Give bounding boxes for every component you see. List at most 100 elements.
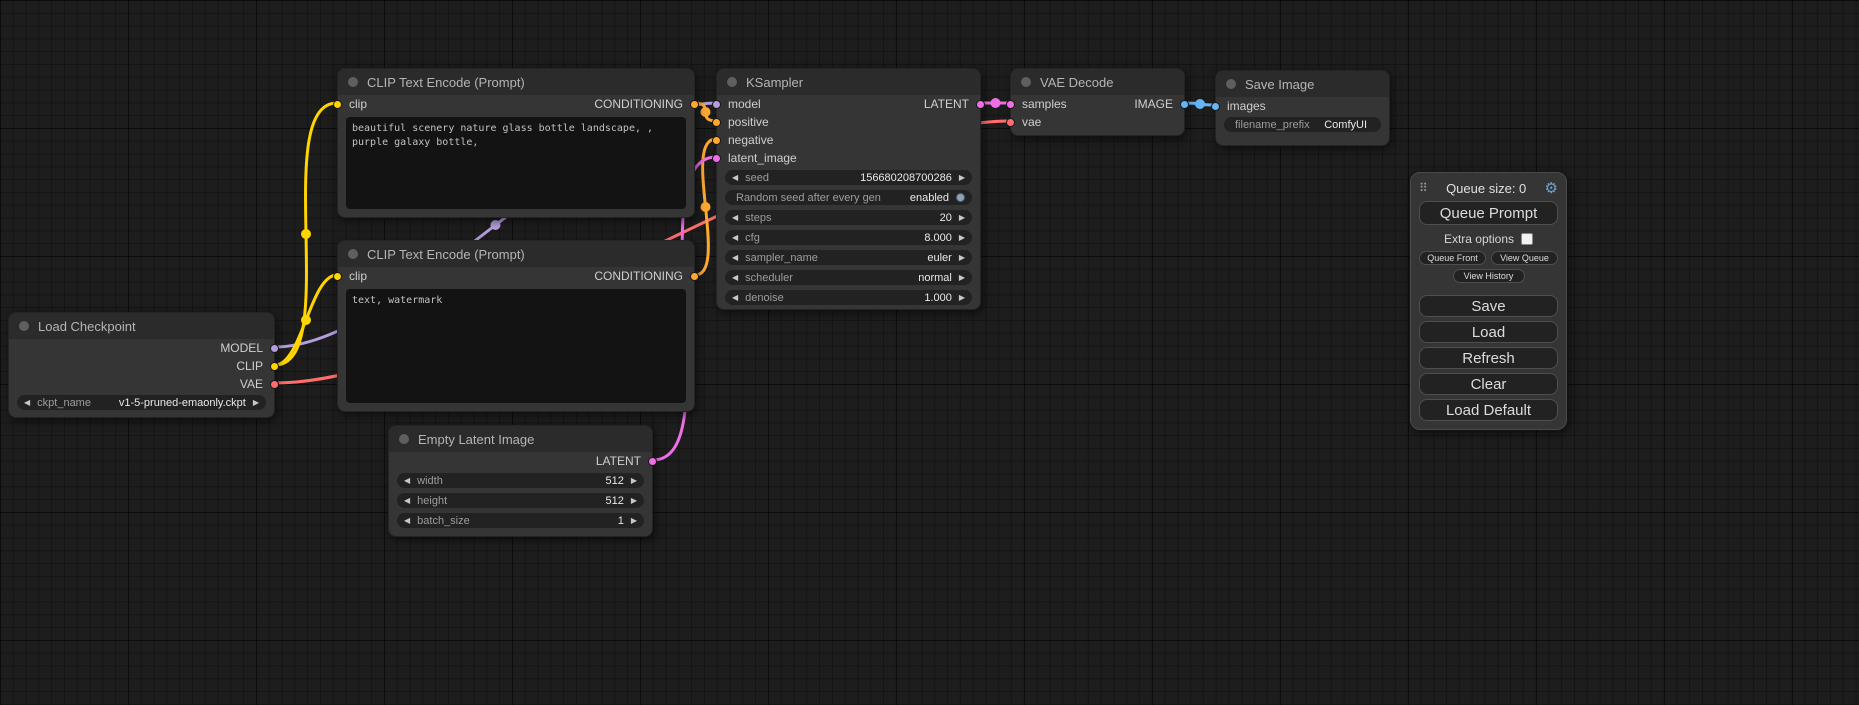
- combo-prev-icon[interactable]: ◀: [24, 399, 30, 407]
- queue-prompt-button[interactable]: Queue Prompt: [1419, 201, 1558, 225]
- widget-control-after-generate[interactable]: Random seed after every gen enabled: [725, 190, 972, 205]
- decrement-icon[interactable]: ◀: [732, 174, 738, 182]
- output-slot-model[interactable]: [270, 344, 279, 353]
- clear-button[interactable]: Clear: [1419, 373, 1558, 395]
- node-title-bar[interactable]: Save Image: [1216, 71, 1389, 97]
- drag-handle-icon[interactable]: ⠿: [1419, 181, 1428, 195]
- input-slot-positive[interactable]: [712, 118, 721, 127]
- collapse-dot-icon[interactable]: [1021, 77, 1031, 87]
- increment-icon[interactable]: ▶: [959, 234, 965, 242]
- collapse-dot-icon[interactable]: [348, 249, 358, 259]
- input-slot-negative[interactable]: [712, 136, 721, 145]
- node-load-checkpoint[interactable]: Load Checkpoint MODEL CLIP VAE ◀ ckpt_na…: [8, 312, 275, 418]
- node-save-image[interactable]: Save Image images filename_prefix ComfyU…: [1215, 70, 1390, 146]
- node-ksampler[interactable]: KSampler model LATENT positive negative …: [716, 68, 981, 310]
- increment-icon[interactable]: ▶: [631, 477, 637, 485]
- decrement-icon[interactable]: ◀: [732, 234, 738, 242]
- node-title-bar[interactable]: CLIP Text Encode (Prompt): [338, 241, 694, 267]
- output-slot-vae[interactable]: [270, 380, 279, 389]
- increment-icon[interactable]: ▶: [959, 214, 965, 222]
- widget-steps[interactable]: ◀ steps 20 ▶: [725, 210, 972, 225]
- widget-height[interactable]: ◀ height 512 ▶: [397, 493, 644, 508]
- output-slot-clip[interactable]: [270, 362, 279, 371]
- widget-value: enabled: [910, 192, 949, 204]
- increment-icon[interactable]: ▶: [959, 174, 965, 182]
- node-vae-decode[interactable]: VAE Decode samples IMAGE vae: [1010, 68, 1185, 136]
- collapse-dot-icon[interactable]: [19, 321, 29, 331]
- widget-filename-prefix[interactable]: filename_prefix ComfyUI: [1224, 117, 1381, 132]
- input-slot-samples[interactable]: [1006, 100, 1015, 109]
- decrement-icon[interactable]: ◀: [732, 294, 738, 302]
- node-title-bar[interactable]: CLIP Text Encode (Prompt): [338, 69, 694, 95]
- input-label-negative: negative: [728, 133, 773, 147]
- widget-label: filename_prefix: [1235, 119, 1310, 131]
- widget-ckpt-name[interactable]: ◀ ckpt_name v1-5-pruned-emaonly.ckpt ▶: [17, 395, 266, 410]
- node-title: KSampler: [746, 75, 803, 90]
- input-slot-clip[interactable]: [333, 100, 342, 109]
- combo-next-icon[interactable]: ▶: [959, 274, 965, 282]
- input-slot-model[interactable]: [712, 100, 721, 109]
- collapse-dot-icon[interactable]: [727, 77, 737, 87]
- prompt-textarea[interactable]: text, watermark: [346, 289, 686, 403]
- output-slot-image[interactable]: [1180, 100, 1189, 109]
- combo-prev-icon[interactable]: ◀: [732, 254, 738, 262]
- link-midpoint-samples: [991, 98, 1001, 108]
- load-button[interactable]: Load: [1419, 321, 1558, 343]
- graph-canvas[interactable]: Load Checkpoint MODEL CLIP VAE ◀ ckpt_na…: [0, 0, 1859, 705]
- decrement-icon[interactable]: ◀: [404, 497, 410, 505]
- widget-cfg[interactable]: ◀ cfg 8.000 ▶: [725, 230, 972, 245]
- collapse-dot-icon[interactable]: [399, 434, 409, 444]
- decrement-icon[interactable]: ◀: [732, 214, 738, 222]
- decrement-icon[interactable]: ◀: [404, 517, 410, 525]
- refresh-button[interactable]: Refresh: [1419, 347, 1558, 369]
- output-slot-conditioning[interactable]: [690, 272, 699, 281]
- node-title-bar[interactable]: Empty Latent Image: [389, 426, 652, 452]
- combo-next-icon[interactable]: ▶: [959, 254, 965, 262]
- node-title-bar[interactable]: Load Checkpoint: [9, 313, 274, 339]
- increment-icon[interactable]: ▶: [631, 497, 637, 505]
- widget-width[interactable]: ◀ width 512 ▶: [397, 473, 644, 488]
- node-empty-latent-image[interactable]: Empty Latent Image LATENT ◀ width 512 ▶ …: [388, 425, 653, 537]
- extra-options-checkbox[interactable]: [1521, 233, 1533, 245]
- save-button[interactable]: Save: [1419, 295, 1558, 317]
- widget-sampler-name[interactable]: ◀ sampler_name euler ▶: [725, 250, 972, 265]
- input-slot-clip[interactable]: [333, 272, 342, 281]
- node-title: CLIP Text Encode (Prompt): [367, 75, 525, 90]
- input-slot-vae[interactable]: [1006, 118, 1015, 127]
- widget-seed[interactable]: ◀ seed 156680208700286 ▶: [725, 170, 972, 185]
- output-slot-latent[interactable]: [976, 100, 985, 109]
- input-label-model: model: [728, 97, 761, 111]
- widget-value: euler: [927, 252, 951, 264]
- collapse-dot-icon[interactable]: [348, 77, 358, 87]
- combo-next-icon[interactable]: ▶: [253, 399, 259, 407]
- increment-icon[interactable]: ▶: [959, 294, 965, 302]
- widget-scheduler[interactable]: ◀ scheduler normal ▶: [725, 270, 972, 285]
- increment-icon[interactable]: ▶: [631, 517, 637, 525]
- link-midpoint-positive: [701, 107, 711, 117]
- node-clip-text-encode-positive[interactable]: CLIP Text Encode (Prompt) clip CONDITION…: [337, 68, 695, 218]
- view-history-button[interactable]: View History: [1453, 269, 1525, 283]
- widget-label: Random seed after every gen: [736, 192, 881, 204]
- node-title-bar[interactable]: KSampler: [717, 69, 980, 95]
- load-default-button[interactable]: Load Default: [1419, 399, 1558, 421]
- node-title-bar[interactable]: VAE Decode: [1011, 69, 1184, 95]
- decrement-icon[interactable]: ◀: [404, 477, 410, 485]
- collapse-dot-icon[interactable]: [1226, 79, 1236, 89]
- output-label-latent: LATENT: [924, 97, 969, 111]
- input-slot-latent-image[interactable]: [712, 154, 721, 163]
- widget-value: 1.000: [924, 292, 952, 304]
- combo-prev-icon[interactable]: ◀: [732, 274, 738, 282]
- queue-front-button[interactable]: Queue Front: [1419, 251, 1486, 265]
- view-queue-button[interactable]: View Queue: [1491, 251, 1558, 265]
- widget-denoise[interactable]: ◀ denoise 1.000 ▶: [725, 290, 972, 305]
- prompt-textarea[interactable]: beautiful scenery nature glass bottle la…: [346, 117, 686, 209]
- widget-label: cfg: [745, 232, 760, 244]
- node-title: CLIP Text Encode (Prompt): [367, 247, 525, 262]
- toggle-indicator-icon[interactable]: [956, 193, 965, 202]
- node-clip-text-encode-negative[interactable]: CLIP Text Encode (Prompt) clip CONDITION…: [337, 240, 695, 412]
- output-slot-conditioning[interactable]: [690, 100, 699, 109]
- input-slot-images[interactable]: [1211, 102, 1220, 111]
- widget-batch-size[interactable]: ◀ batch_size 1 ▶: [397, 513, 644, 528]
- output-slot-latent[interactable]: [648, 457, 657, 466]
- settings-gear-icon[interactable]: ⚙: [1545, 181, 1558, 196]
